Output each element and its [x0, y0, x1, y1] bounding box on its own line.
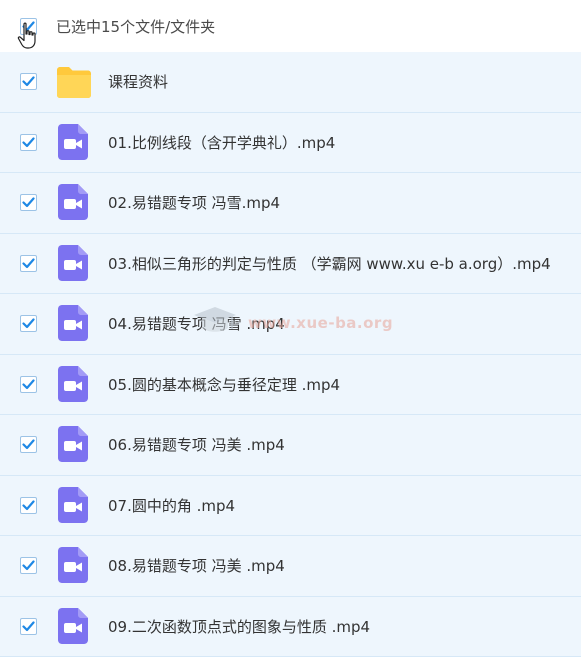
- file-row[interactable]: 07.圆中的角 .mp4: [0, 476, 581, 537]
- file-checkbox[interactable]: [20, 557, 37, 574]
- file-row[interactable]: 08.易错题专项 冯美 .mp4: [0, 536, 581, 597]
- file-checkbox[interactable]: [20, 497, 37, 514]
- checkbox-checked-icon: [22, 559, 35, 572]
- file-name: 04.易错题专项 冯雪 .mp4: [108, 313, 285, 334]
- file-name: 07.圆中的角 .mp4: [108, 495, 235, 516]
- file-name: 09.二次函数顶点式的图象与性质 .mp4: [108, 616, 370, 637]
- file-row[interactable]: 03.相似三角形的判定与性质 （学霸网 www.xu e-b a.org）.mp…: [0, 234, 581, 295]
- file-checkbox[interactable]: [20, 134, 37, 151]
- file-checkbox[interactable]: [20, 618, 37, 635]
- video-file-icon: [58, 366, 88, 402]
- checkbox-checked-icon: [22, 257, 35, 270]
- file-list: 课程资料 01.比例线段（含开学典礼）.mp4 02.易错题专项 冯雪.mp4 …: [0, 52, 581, 657]
- file-checkbox[interactable]: [20, 315, 37, 332]
- file-row[interactable]: 04.易错题专项 冯雪 .mp4: [0, 294, 581, 355]
- file-row[interactable]: 06.易错题专项 冯美 .mp4: [0, 415, 581, 476]
- file-name: 课程资料: [108, 71, 168, 92]
- file-name: 02.易错题专项 冯雪.mp4: [108, 192, 280, 213]
- file-row[interactable]: 05.圆的基本概念与垂径定理 .mp4: [0, 355, 581, 416]
- video-file-icon: [58, 245, 88, 281]
- checkbox-checked-icon: [22, 75, 35, 88]
- video-file-icon: [58, 426, 88, 462]
- video-file-icon: [58, 547, 88, 583]
- folder-row[interactable]: 课程资料: [0, 52, 581, 113]
- file-name: 08.易错题专项 冯美 .mp4: [108, 555, 285, 576]
- file-checkbox[interactable]: [20, 255, 37, 272]
- checkbox-checked-icon: [22, 499, 35, 512]
- video-file-icon: [58, 608, 88, 644]
- file-checkbox[interactable]: [20, 376, 37, 393]
- hand-cursor-icon: [17, 22, 39, 50]
- video-file-icon: [58, 487, 88, 523]
- file-checkbox[interactable]: [20, 436, 37, 453]
- file-name: 01.比例线段（含开学典礼）.mp4: [108, 132, 335, 153]
- selection-header: 已选中15个文件/文件夹: [0, 0, 581, 52]
- file-checkbox[interactable]: [20, 194, 37, 211]
- file-name: 03.相似三角形的判定与性质 （学霸网 www.xu e-b a.org）.mp…: [108, 253, 551, 274]
- selection-count-label: 已选中15个文件/文件夹: [56, 16, 215, 37]
- file-row[interactable]: 01.比例线段（含开学典礼）.mp4: [0, 113, 581, 174]
- folder-icon: [56, 65, 92, 99]
- checkbox-checked-icon: [22, 438, 35, 451]
- file-name: 05.圆的基本概念与垂径定理 .mp4: [108, 374, 340, 395]
- file-checkbox[interactable]: [20, 73, 37, 90]
- checkbox-checked-icon: [22, 317, 35, 330]
- checkbox-checked-icon: [22, 620, 35, 633]
- checkbox-checked-icon: [22, 136, 35, 149]
- checkbox-checked-icon: [22, 378, 35, 391]
- video-file-icon: [58, 305, 88, 341]
- video-file-icon: [58, 184, 88, 220]
- file-name: 06.易错题专项 冯美 .mp4: [108, 434, 285, 455]
- checkbox-checked-icon: [22, 196, 35, 209]
- video-file-icon: [58, 124, 88, 160]
- file-row[interactable]: 02.易错题专项 冯雪.mp4: [0, 173, 581, 234]
- file-row[interactable]: 09.二次函数顶点式的图象与性质 .mp4: [0, 597, 581, 657]
